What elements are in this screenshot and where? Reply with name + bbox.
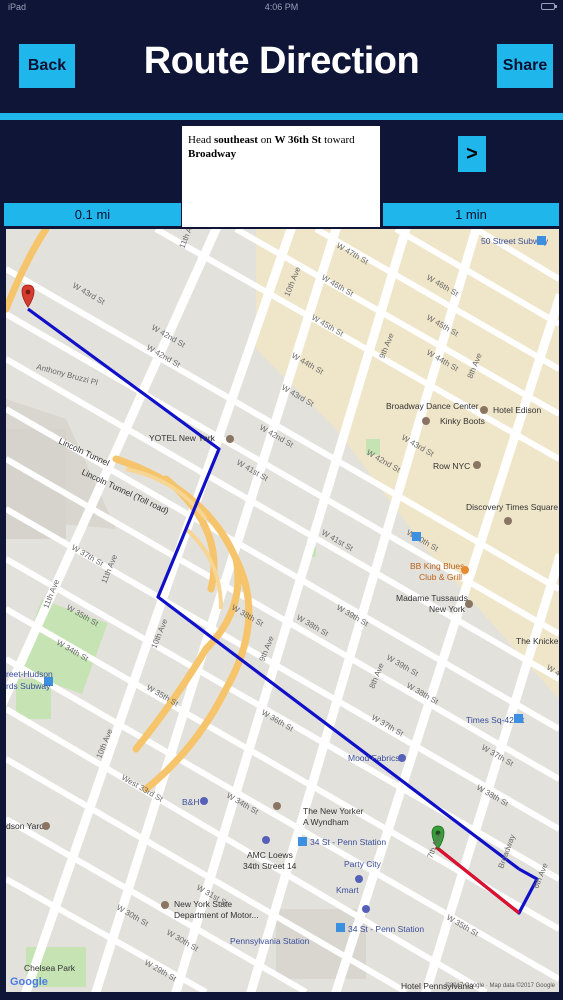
- route-map[interactable]: W 43rd St W 42nd St W 42nd St W 42nd St …: [6, 229, 559, 992]
- map-copyright: ©2017 Google · Map data ©2017 Google: [445, 983, 555, 989]
- svg-text:BB King Blues: BB King Blues: [410, 561, 464, 571]
- svg-text:Discovery Times Square: Discovery Times Square: [466, 502, 558, 512]
- header-divider: [0, 113, 563, 120]
- svg-text:Club & Grill: Club & Grill: [419, 572, 462, 582]
- map-canvas: W 43rd St W 42nd St W 42nd St W 42nd St …: [6, 229, 559, 992]
- svg-text:dson Yards: dson Yards: [6, 821, 48, 831]
- svg-text:Party City: Party City: [344, 859, 382, 869]
- svg-text:Hotel Edison: Hotel Edison: [493, 405, 541, 415]
- svg-text:34 St - Penn Station: 34 St - Penn Station: [310, 837, 386, 847]
- svg-text:Mood Fabrics: Mood Fabrics: [348, 753, 400, 763]
- svg-text:Madame Tussauds: Madame Tussauds: [396, 593, 468, 603]
- svg-text:AMC Loews: AMC Loews: [247, 850, 293, 860]
- page-title: Route Direction: [143, 40, 420, 82]
- svg-text:Kmart: Kmart: [336, 885, 359, 895]
- distance-label: 0.1 mi: [4, 203, 181, 226]
- svg-text:New York: New York: [429, 604, 466, 614]
- svg-text:Broadway Dance Center: Broadway Dance Center: [386, 401, 479, 411]
- svg-text:Department of Motor...: Department of Motor...: [174, 910, 259, 920]
- svg-text:Chelsea Park: Chelsea Park: [24, 963, 76, 973]
- google-logo: Google: [10, 976, 48, 988]
- direction-target: Broadway: [188, 148, 237, 161]
- bottom-bar: [0, 992, 563, 1000]
- svg-text:The Knicker: The Knicker: [516, 636, 559, 646]
- status-bar: iPad 4:06 PM: [0, 0, 563, 14]
- next-step-button[interactable]: >: [458, 136, 486, 172]
- svg-text:A Wyndham: A Wyndham: [303, 817, 349, 827]
- direction-heading: southeast: [213, 134, 258, 146]
- svg-text:The New Yorker: The New Yorker: [303, 806, 364, 816]
- status-time: 4:06 PM: [264, 2, 299, 12]
- svg-text:YOTEL New York: YOTEL New York: [149, 433, 216, 443]
- svg-text:Kinky Boots: Kinky Boots: [440, 416, 485, 426]
- share-button[interactable]: Share: [497, 44, 553, 88]
- direction-instruction: Head southeast on W 36th St toward Broad…: [182, 126, 380, 227]
- svg-text:Row NYC: Row NYC: [433, 461, 470, 471]
- svg-text:Pennsylvania Station: Pennsylvania Station: [230, 936, 310, 946]
- svg-text:34th Street 14: 34th Street 14: [243, 861, 297, 871]
- duration-label: 1 min: [383, 203, 559, 226]
- nav-header: Back Route Direction Share: [0, 14, 563, 114]
- svg-text:rds Subway: rds Subway: [6, 681, 51, 691]
- battery-icon: [541, 3, 557, 10]
- svg-text:34 St - Penn Station: 34 St - Penn Station: [348, 924, 424, 934]
- svg-text:New York State: New York State: [174, 899, 232, 909]
- direction-street: W 36th St: [274, 134, 322, 146]
- svg-text:reet-Hudson: reet-Hudson: [6, 669, 53, 679]
- svg-text:B&H: B&H: [182, 797, 199, 807]
